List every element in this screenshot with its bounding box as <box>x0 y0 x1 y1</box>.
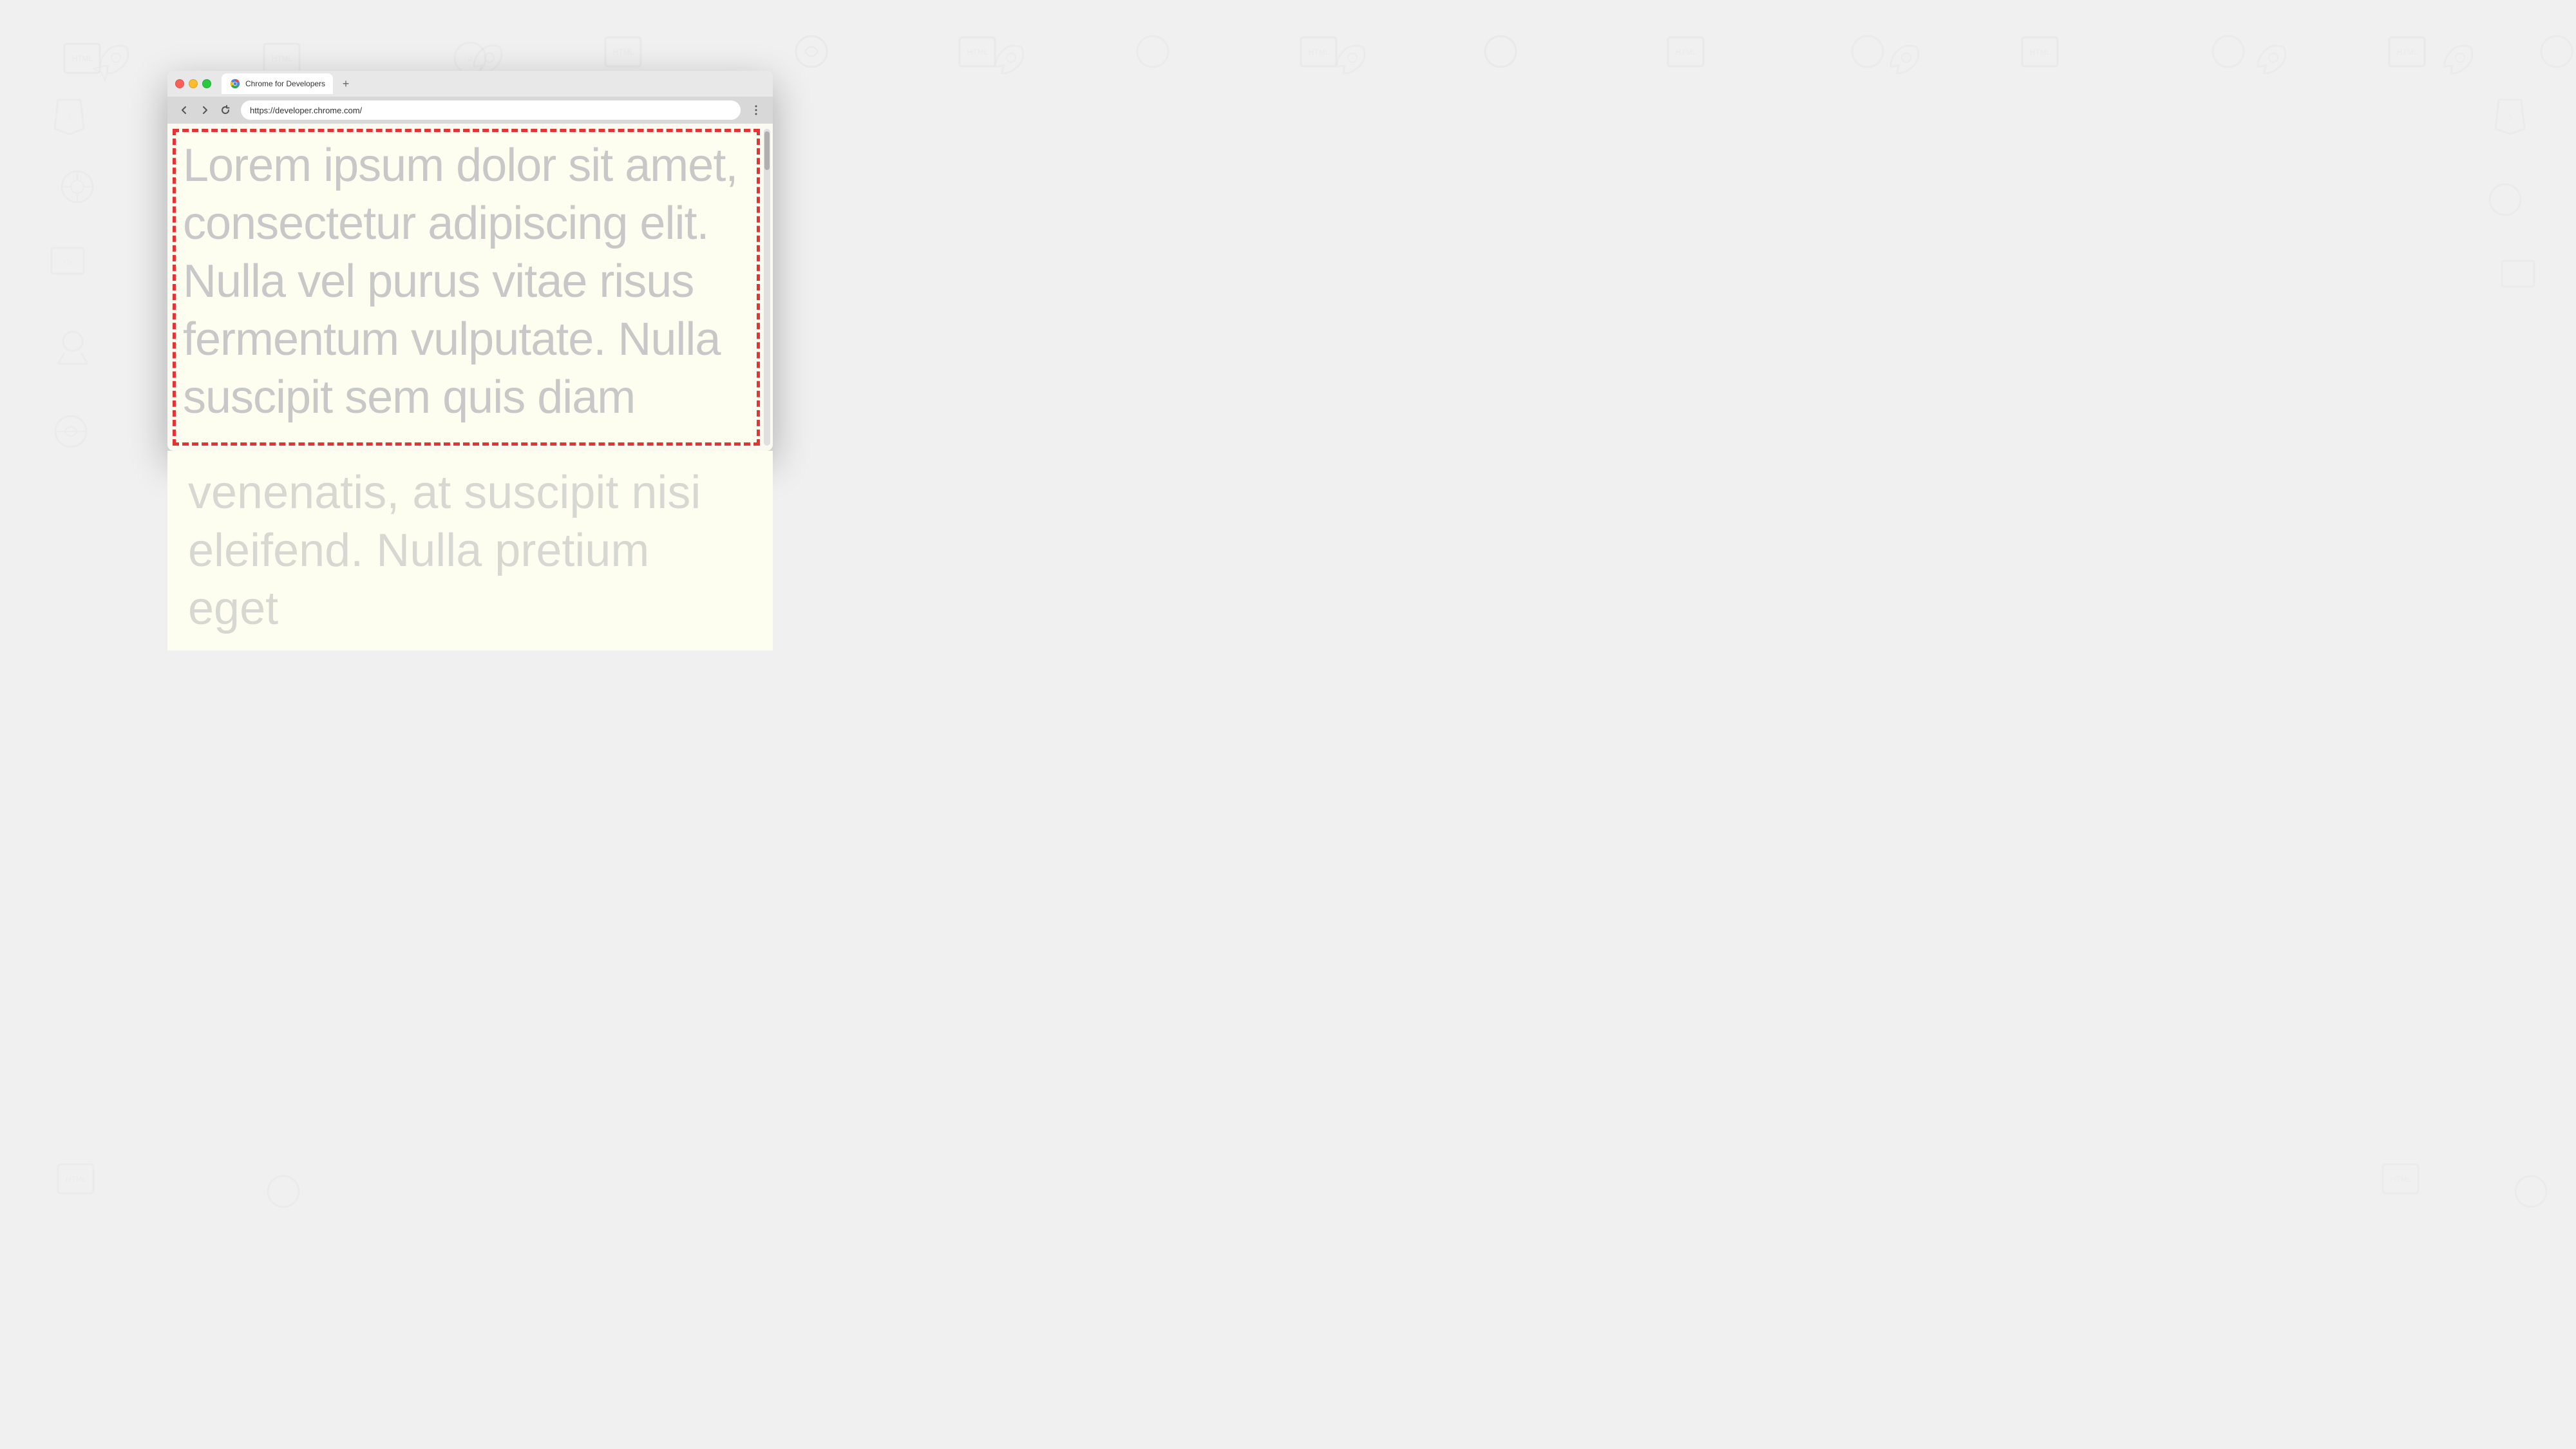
close-button[interactable] <box>175 79 184 88</box>
svg-text:HTML: HTML <box>2397 48 2418 57</box>
svg-text:5: 5 <box>68 113 71 121</box>
url-text: https://developer.chrome.com/ <box>250 106 362 115</box>
svg-text:HTML: HTML <box>1309 48 1330 57</box>
back-icon <box>179 105 189 115</box>
back-button[interactable] <box>175 101 193 119</box>
maximize-button[interactable] <box>202 79 211 88</box>
svg-text:HTML: HTML <box>66 1175 87 1184</box>
page-overflow-content: venenatis, at suscipit nisi eleifend. Nu… <box>167 451 773 650</box>
tab-title: Chrome for Developers <box>245 79 325 88</box>
lorem-ipsum-text: Lorem ipsum dolor sit amet, consectetur … <box>183 137 757 426</box>
svg-text:HTML: HTML <box>72 54 93 63</box>
overflow-lorem-text: venenatis, at suscipit nisi eleifend. Nu… <box>188 464 752 638</box>
forward-icon <box>200 105 210 115</box>
new-tab-button[interactable]: + <box>337 75 355 93</box>
svg-text:HTML: HTML <box>1676 48 1697 57</box>
svg-text:HTML: HTML <box>613 48 634 57</box>
svg-text:HTML: HTML <box>2030 48 2051 57</box>
refresh-button[interactable] <box>216 101 234 119</box>
forward-button[interactable] <box>196 101 214 119</box>
chrome-favicon <box>229 78 241 90</box>
svg-text:HTML: HTML <box>272 54 293 63</box>
svg-text:</>: </> <box>63 259 73 266</box>
browser-window: Chrome for Developers + <box>167 71 773 451</box>
more-vert-icon <box>750 104 762 116</box>
svg-text:HTML: HTML <box>2391 1175 2412 1184</box>
tab-bar: Chrome for Developers + <box>222 73 765 94</box>
browser-tab[interactable]: Chrome for Developers <box>222 73 333 94</box>
refresh-icon <box>220 105 231 115</box>
address-bar: https://developer.chrome.com/ <box>167 97 773 124</box>
scrollbar-thumb[interactable] <box>764 131 770 170</box>
minimize-button[interactable] <box>189 79 198 88</box>
nav-buttons <box>175 101 234 119</box>
browser-menu-button[interactable] <box>747 101 765 119</box>
title-bar: Chrome for Developers + <box>167 71 773 97</box>
svg-text:5: 5 <box>2508 113 2512 121</box>
scrollbar[interactable] <box>764 129 770 446</box>
url-bar[interactable]: https://developer.chrome.com/ <box>241 100 741 120</box>
traffic-lights <box>175 79 211 88</box>
page-content: Lorem ipsum dolor sit amet, consectetur … <box>167 124 773 451</box>
svg-text:HTML: HTML <box>967 48 989 57</box>
svg-text:⚙: ⚙ <box>467 55 473 63</box>
